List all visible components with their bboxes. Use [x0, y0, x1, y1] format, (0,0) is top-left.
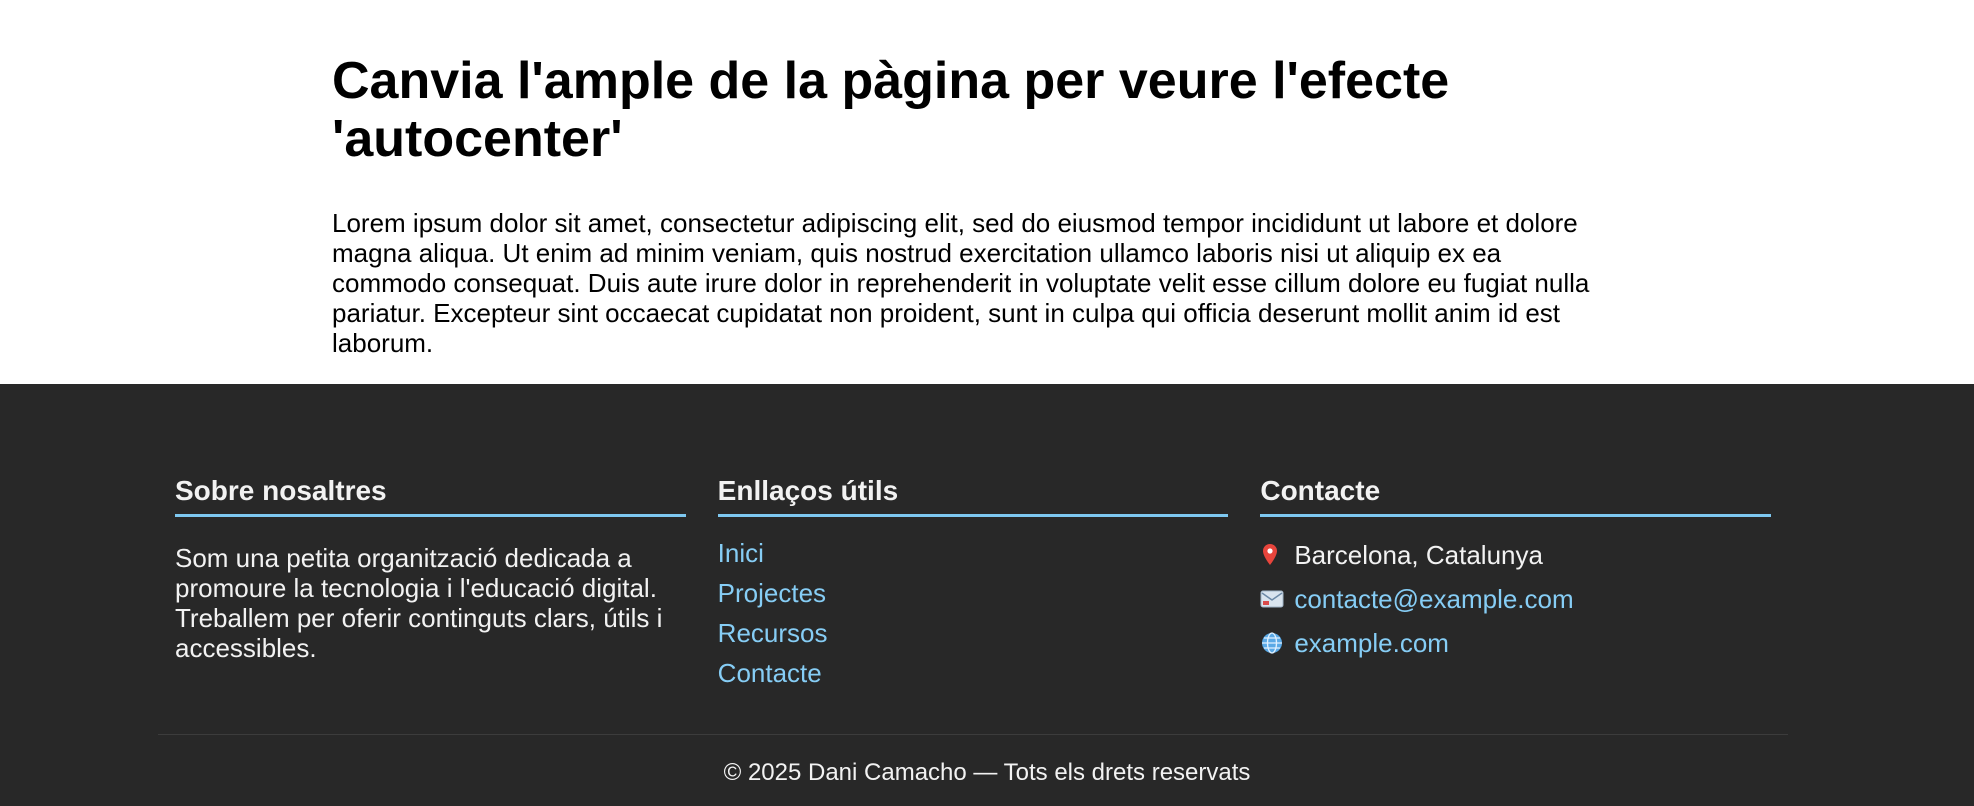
link-contacte[interactable]: Contacte: [718, 658, 822, 688]
about-text: Som una petita organització dedicada a p…: [175, 543, 663, 663]
list-item: Contacte: [718, 653, 1229, 693]
content-container: Canvia l'ample de la pàgina per veure l'…: [332, 52, 1632, 358]
list-item: Recursos: [718, 613, 1229, 653]
website-link[interactable]: example.com: [1294, 621, 1449, 665]
location-text: Barcelona, Catalunya: [1294, 540, 1543, 570]
footer-columns: Sobre nosaltres Som una petita organitza…: [175, 474, 1772, 693]
contact-list: Barcelona, Catalunya contacte@example.co…: [1260, 533, 1771, 665]
intro-paragraph: Lorem ipsum dolor sit amet, consectetur …: [332, 208, 1590, 358]
contact-location: Barcelona, Catalunya: [1260, 533, 1771, 577]
footer-divider: [158, 734, 1788, 735]
links-heading: Enllaços útils: [717, 474, 1229, 517]
link-recursos[interactable]: Recursos: [718, 618, 828, 648]
globe-icon: [1260, 631, 1294, 655]
contact-email: contacte@example.com: [1260, 577, 1771, 621]
links-section: Enllaços útils Inici Projectes Recursos …: [717, 474, 1229, 693]
contact-section: Contacte Barcelona, Catalunya contacte@e…: [1260, 474, 1772, 693]
contact-website: example.com: [1260, 621, 1771, 665]
email-link[interactable]: contacte@example.com: [1294, 577, 1573, 621]
copyright-text: © 2025 Dani Camacho — Tots els drets res…: [723, 759, 1251, 786]
list-item: Inici: [718, 533, 1229, 573]
page-title: Canvia l'ample de la pàgina per veure l'…: [332, 52, 1450, 168]
main-content: Canvia l'ample de la pàgina per veure l'…: [0, 0, 1974, 384]
pin-icon: [1260, 543, 1294, 567]
about-heading: Sobre nosaltres: [175, 474, 686, 517]
list-item: Projectes: [718, 573, 1229, 613]
email-icon: [1260, 589, 1294, 609]
contact-heading: Contacte: [1260, 474, 1772, 517]
site-footer: Sobre nosaltres Som una petita organitza…: [0, 384, 1974, 806]
about-section: Sobre nosaltres Som una petita organitza…: [175, 474, 686, 693]
links-list: Inici Projectes Recursos Contacte: [718, 533, 1229, 693]
link-projectes[interactable]: Projectes: [718, 578, 826, 608]
link-inici[interactable]: Inici: [718, 538, 764, 568]
